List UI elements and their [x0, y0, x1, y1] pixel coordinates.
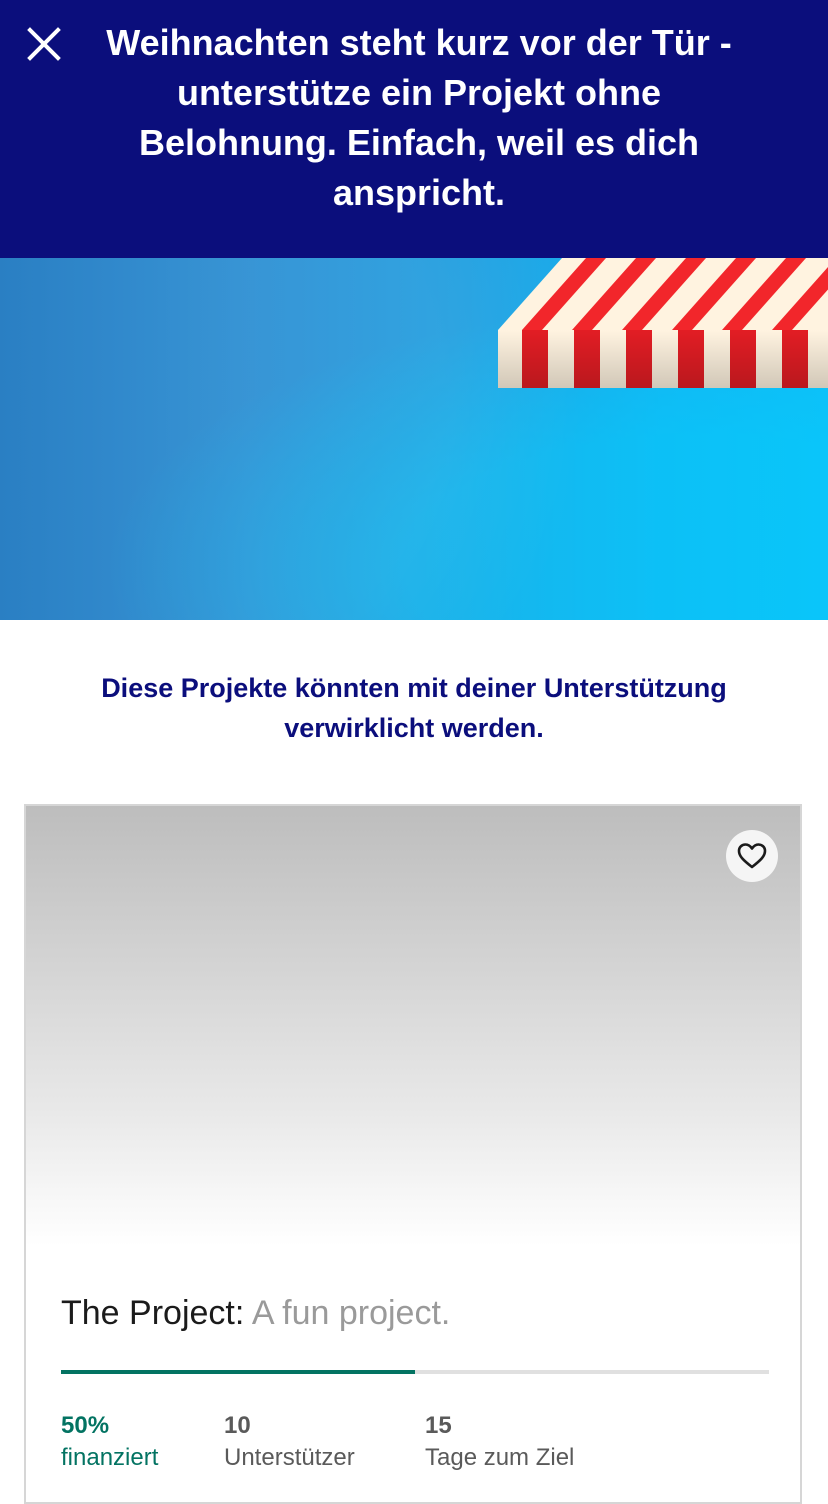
- close-icon: [27, 27, 61, 61]
- days-label: Tage zum Ziel: [425, 1444, 575, 1471]
- days-value: 15: [425, 1412, 452, 1439]
- banner-message: Weihnachten steht kurz vor der Tür - unt…: [106, 22, 732, 213]
- close-button[interactable]: [22, 22, 66, 66]
- funded-label: finanziert: [61, 1444, 159, 1471]
- project-image: [26, 806, 800, 1246]
- funded-value: 50%: [61, 1412, 110, 1439]
- intro-text: Diese Projekte könnten mit deiner Unters…: [101, 673, 727, 743]
- project-blurb: A fun project.: [251, 1294, 451, 1332]
- stat-funded: 50% finanziert: [61, 1410, 158, 1474]
- awning-illustration: [498, 258, 828, 388]
- heart-outline-icon: [737, 843, 767, 869]
- favorite-button[interactable]: [726, 830, 778, 882]
- stat-days-to-go: 15 Tage zum Ziel: [425, 1410, 574, 1474]
- project-card[interactable]: The Project: A fun project. 50% finanzie…: [24, 804, 802, 1504]
- promo-banner: Weihnachten steht kurz vor der Tür - unt…: [0, 0, 828, 258]
- project-title-line: The Project: A fun project.: [61, 1292, 450, 1334]
- backers-value: 10: [224, 1412, 251, 1439]
- project-title: The Project:: [61, 1294, 245, 1332]
- stat-backers: 10 Unterstützer: [224, 1410, 355, 1474]
- hero-illustration: [0, 258, 828, 620]
- funding-progress-fill: [61, 1370, 415, 1374]
- funding-progress-bar: [61, 1370, 769, 1374]
- backers-label: Unterstützer: [224, 1444, 355, 1471]
